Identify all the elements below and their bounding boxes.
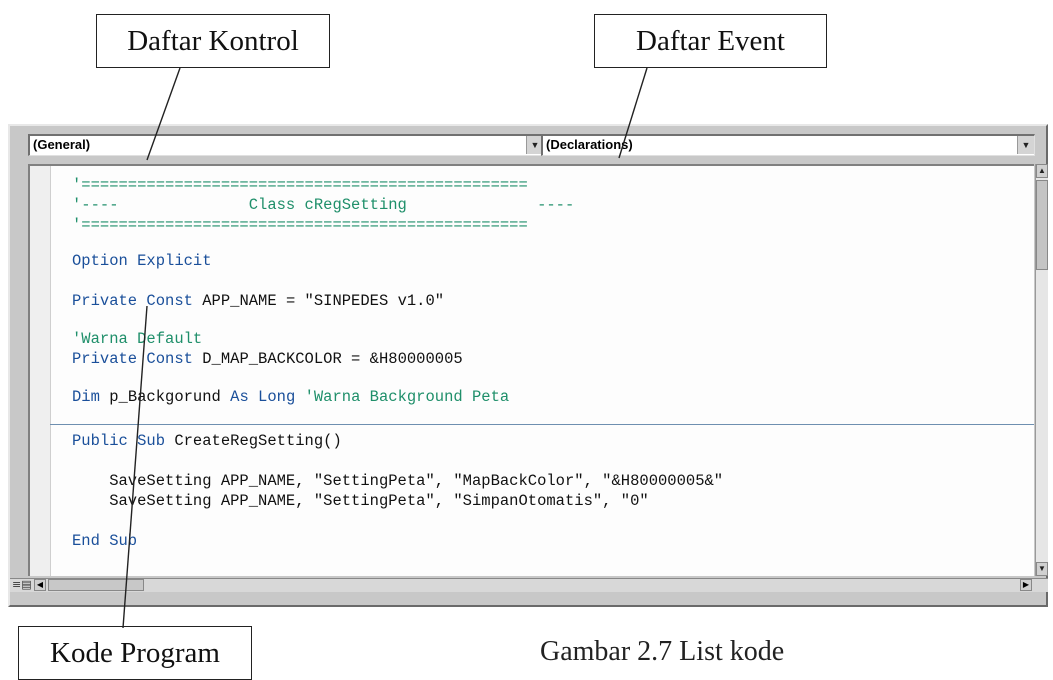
code-token: Dim	[72, 388, 110, 406]
callout-daftar-event: Daftar Event	[594, 14, 827, 68]
callout-kode-program: Kode Program	[18, 626, 252, 680]
margin-indicator-bar	[30, 166, 51, 576]
code-token: End Sub	[72, 532, 138, 550]
code-line: '---- Class cRegSetting ----	[72, 196, 574, 214]
code-line: SaveSetting APP_NAME, "SettingPeta", "Si…	[72, 492, 649, 510]
arrow-up-icon[interactable]: ▲	[1036, 164, 1048, 178]
code-token: p_Backgorund	[109, 388, 231, 406]
vertical-scroll-thumb[interactable]	[1036, 180, 1048, 270]
procedure-combo[interactable]: (Declarations) ▼	[541, 134, 1035, 156]
code-line: Option Explicit	[72, 252, 212, 270]
code-token: 'Warna Background Peta	[304, 388, 510, 406]
code-line: '=======================================…	[72, 176, 528, 194]
code-token: 'Warna Default	[72, 330, 203, 348]
code-token: Private Const	[72, 292, 203, 310]
split-view-icon[interactable]: ≡▤	[12, 579, 32, 591]
code-token: '=======================================…	[72, 176, 528, 194]
code-line: Dim p_Backgorund As Long 'Warna Backgrou…	[72, 388, 509, 406]
code-line: Public Sub CreateRegSetting()	[72, 432, 342, 450]
code-line: Private Const APP_NAME = "SINPEDES v1.0"	[72, 292, 444, 310]
code-line: 'Warna Default	[72, 330, 202, 348]
callout-daftar-kontrol: Daftar Kontrol	[96, 14, 330, 68]
vertical-scrollbar[interactable]: ▲ ▼	[1035, 164, 1048, 576]
horizontal-scroll-thumb[interactable]	[48, 579, 144, 591]
code-area[interactable]: '=======================================…	[28, 164, 1034, 576]
code-token: '=======================================…	[72, 216, 528, 234]
chevron-down-icon[interactable]: ▼	[1017, 136, 1034, 154]
object-combo[interactable]: (General) ▼	[28, 134, 544, 156]
code-editor-window: (General) ▼ (Declarations) ▼ '==========…	[8, 124, 1048, 607]
object-combo-value: (General)	[33, 137, 91, 152]
horizontal-scrollbar[interactable]: ≡▤ ◀ ▶	[10, 578, 1048, 592]
arrow-left-icon[interactable]: ◀	[34, 579, 46, 591]
arrow-right-icon[interactable]: ▶	[1020, 579, 1032, 591]
code-token: '---- Class cRegSetting ----	[72, 196, 575, 214]
procedure-separator	[50, 424, 1034, 425]
code-token: D_MAP_BACKCOLOR = &H80000005	[202, 350, 463, 368]
code-token: SaveSetting APP_NAME, "SettingPeta", "Si…	[72, 492, 649, 510]
code-token: CreateRegSetting()	[174, 432, 342, 450]
code-line: Private Const D_MAP_BACKCOLOR = &H800000…	[72, 350, 463, 368]
code-token: As Long	[230, 388, 305, 406]
code-token: Private Const	[72, 350, 203, 368]
code-line: SaveSetting APP_NAME, "SettingPeta", "Ma…	[72, 472, 723, 490]
code-token: Option Explicit	[72, 252, 212, 270]
code-line: End Sub	[72, 532, 137, 550]
procedure-combo-value: (Declarations)	[546, 137, 633, 152]
code-line: '=======================================…	[72, 216, 528, 234]
code-token: SaveSetting APP_NAME, "SettingPeta", "Ma…	[72, 472, 724, 490]
figure-caption: Gambar 2.7 List kode	[540, 636, 785, 667]
code-token: APP_NAME = "SINPEDES v1.0"	[202, 292, 445, 310]
code-token: Public Sub	[72, 432, 175, 450]
arrow-down-icon[interactable]: ▼	[1036, 562, 1048, 576]
